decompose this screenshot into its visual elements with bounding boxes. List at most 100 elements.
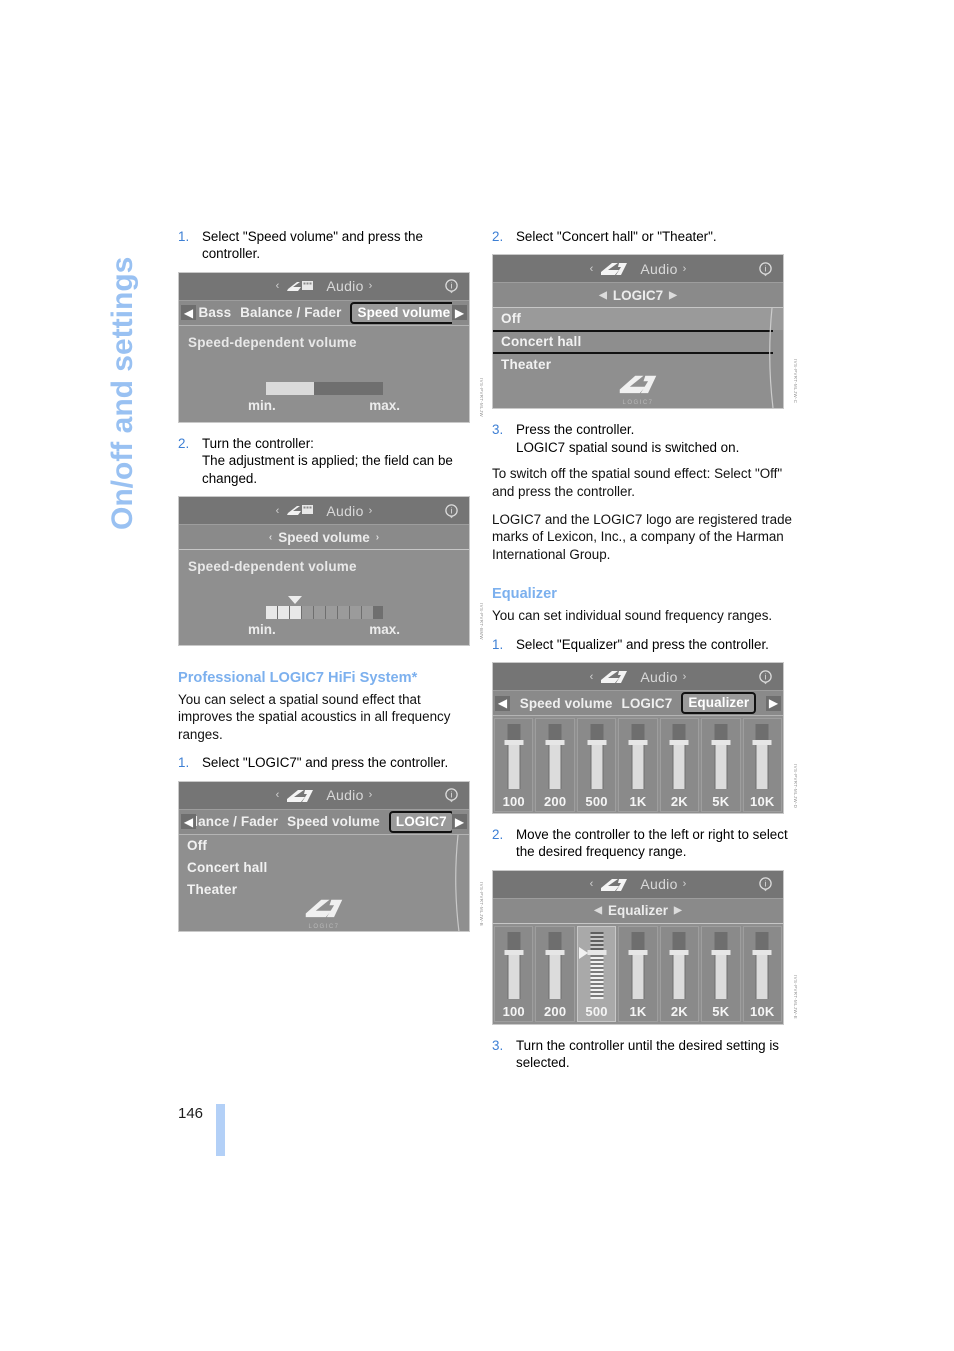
step-right-5: 3. Turn the controller until the desired… [492,1037,792,1072]
tab-scroll-left-icon[interactable]: ◀ [495,695,510,711]
step-line-1: Turn the controller: [202,435,314,451]
nav-left-arrow[interactable]: ‹ [269,532,272,543]
tab-speed-volume[interactable]: Speed volume [520,696,613,711]
page-footer: 146 [178,1104,226,1156]
section-heading-equalizer: Equalizer [492,586,557,603]
list-item-off[interactable]: Off [493,308,783,331]
figure-id-code: IVS-PVRT-MLJW-E [793,974,798,1019]
nav-left-arrow[interactable]: ◀ [594,905,602,916]
eq-band-pointer-icon [578,946,588,959]
section-paragraph: You can select a spatial sound effect th… [178,692,451,742]
step-right-3: 1. Select "Equalizer" and press the cont… [492,636,792,653]
nav-right-arrow[interactable]: ▶ [674,905,682,916]
logic7-logo-icon [285,787,315,804]
eq-band-2k[interactable]: 2K [659,718,700,813]
screenshot-speed-volume-tab: ‹ Audio › i ◀ Bass Balance / Fader Speed… [178,271,484,423]
step-text: Select "Speed volume" and press the cont… [202,229,423,262]
eq-band-5k[interactable]: 5K [701,718,741,813]
eq-band-10k[interactable]: 10K [742,718,782,813]
slider-max-label: max. [369,622,400,638]
step-number: 2. [492,229,504,244]
logic7-logo-icon [599,260,629,277]
section-paragraph: You can set individual sound frequency r… [492,608,773,624]
screen-tab-strip: ◀ lance / Fader Speed volume LOGIC7 ▶ [179,809,469,835]
tab-scroll-right-icon[interactable]: ▶ [452,814,467,830]
header-left-arrow: ‹ [589,670,594,683]
eq-band-label: 10K [750,794,775,810]
header-right-arrow: › [682,262,687,275]
list-item-concert-hall[interactable]: Concert hall [179,857,469,879]
eq-band-10k[interactable]: 10K [742,925,782,1022]
svg-text:i: i [765,672,767,681]
manual-page: On/off and settings 1. Select "Speed vol… [0,0,954,1351]
screen-header: ‹ Audio › i [179,497,469,526]
header-left-arrow: ‹ [589,878,594,891]
eq-band-1k[interactable]: 1K [618,925,658,1022]
eq-band-100[interactable]: 100 [494,925,534,1022]
speed-volume-slider-active[interactable]: min. max. [224,596,424,638]
step-left-1: 1. Select "Speed volume" and press the c… [178,228,478,263]
eq-band-label: 2K [670,794,688,810]
list-item-off[interactable]: Off [179,835,469,857]
step-text: Turn the controller: The adjustment is a… [202,435,478,487]
nav-right-arrow[interactable]: › [376,532,379,543]
eq-band-2k[interactable]: 2K [659,925,700,1022]
info-icon[interactable]: i [443,502,460,519]
eq-band-label: 10K [750,1003,775,1019]
eq-band-label: 5K [712,1003,730,1019]
tab-bass[interactable]: / Bass [196,305,231,320]
logic7-logo-icon [599,876,629,893]
tab-scroll-right-icon[interactable]: ▶ [766,695,781,711]
svg-text:i: i [451,506,453,515]
eq-band-label: 5K [712,794,730,810]
info-icon[interactable]: i [757,876,774,893]
header-right-arrow: › [368,280,373,293]
info-icon[interactable]: i [757,260,774,277]
svg-text:i: i [765,880,767,889]
eq-band-100[interactable]: 100 [494,718,534,813]
nav-label: Equalizer [607,903,669,919]
figure-id-code: IVS-PVRT-MLJW-D [793,763,798,809]
tab-speed-volume[interactable]: Speed volume [287,814,380,829]
list-item-concert-hall[interactable]: Concert hall [493,330,773,355]
info-icon[interactable]: i [443,278,460,295]
tab-scroll-right-icon[interactable]: ▶ [452,305,467,321]
tab-balance-fader[interactable]: Balance / Fader [240,305,341,320]
nav-label: Speed volume [278,529,370,545]
eq-band-label: 2K [670,1003,688,1019]
step-number: 3. [492,1037,504,1053]
tab-balance-fader[interactable]: lance / Fader [196,814,278,829]
eq-band-200[interactable]: 200 [535,925,575,1022]
tab-equalizer[interactable]: Equalizer [681,692,757,715]
equalizer-band-list: 100 200 500 1K 2K 5K 10K [493,716,783,814]
header-title: Audio [640,668,678,685]
nav-right-arrow[interactable]: ▶ [669,290,677,301]
screen-header: ‹ Audio › i [493,255,783,284]
eq-band-200[interactable]: 200 [535,718,575,813]
screenshot-logic7-tab: ‹ Audio › i ◀ lance / Fader Speed volume… [178,780,484,932]
header-title: Audio [326,787,364,804]
nav-left-arrow[interactable]: ◀ [599,290,607,301]
info-icon[interactable]: i [443,787,460,804]
step-number: 2. [492,827,504,843]
eq-band-500[interactable]: 500 [576,925,617,1022]
tab-logic7[interactable]: LOGIC7 [621,696,672,711]
eq-band-label: 1K [629,794,647,810]
eq-band-500[interactable]: 500 [576,718,617,813]
equalizer-band-list: 100 200 500 1K 2K 5K 10K [493,923,783,1024]
step-text: Move the controller to the left or right… [516,827,788,860]
figure-id-code: IVS-PVRT-MLJW [479,377,484,417]
tab-scroll-left-icon[interactable]: ◀ [181,305,196,321]
logic7-caption: LOGIC7 [308,923,340,930]
info-icon[interactable]: i [757,668,774,685]
tab-logic7[interactable]: LOGIC7 [388,810,452,833]
scroll-indicator [452,834,462,931]
speed-volume-slider[interactable]: min. max. [224,381,424,413]
tab-scroll-left-icon[interactable]: ◀ [181,814,196,830]
audio-source-icon [285,502,315,519]
step-number: 1. [178,755,190,771]
eq-band-5k[interactable]: 5K [701,925,741,1022]
tab-speed-volume[interactable]: Speed volume [350,301,452,324]
logic7-logo-icon [599,668,629,685]
eq-band-1k[interactable]: 1K [618,718,658,813]
